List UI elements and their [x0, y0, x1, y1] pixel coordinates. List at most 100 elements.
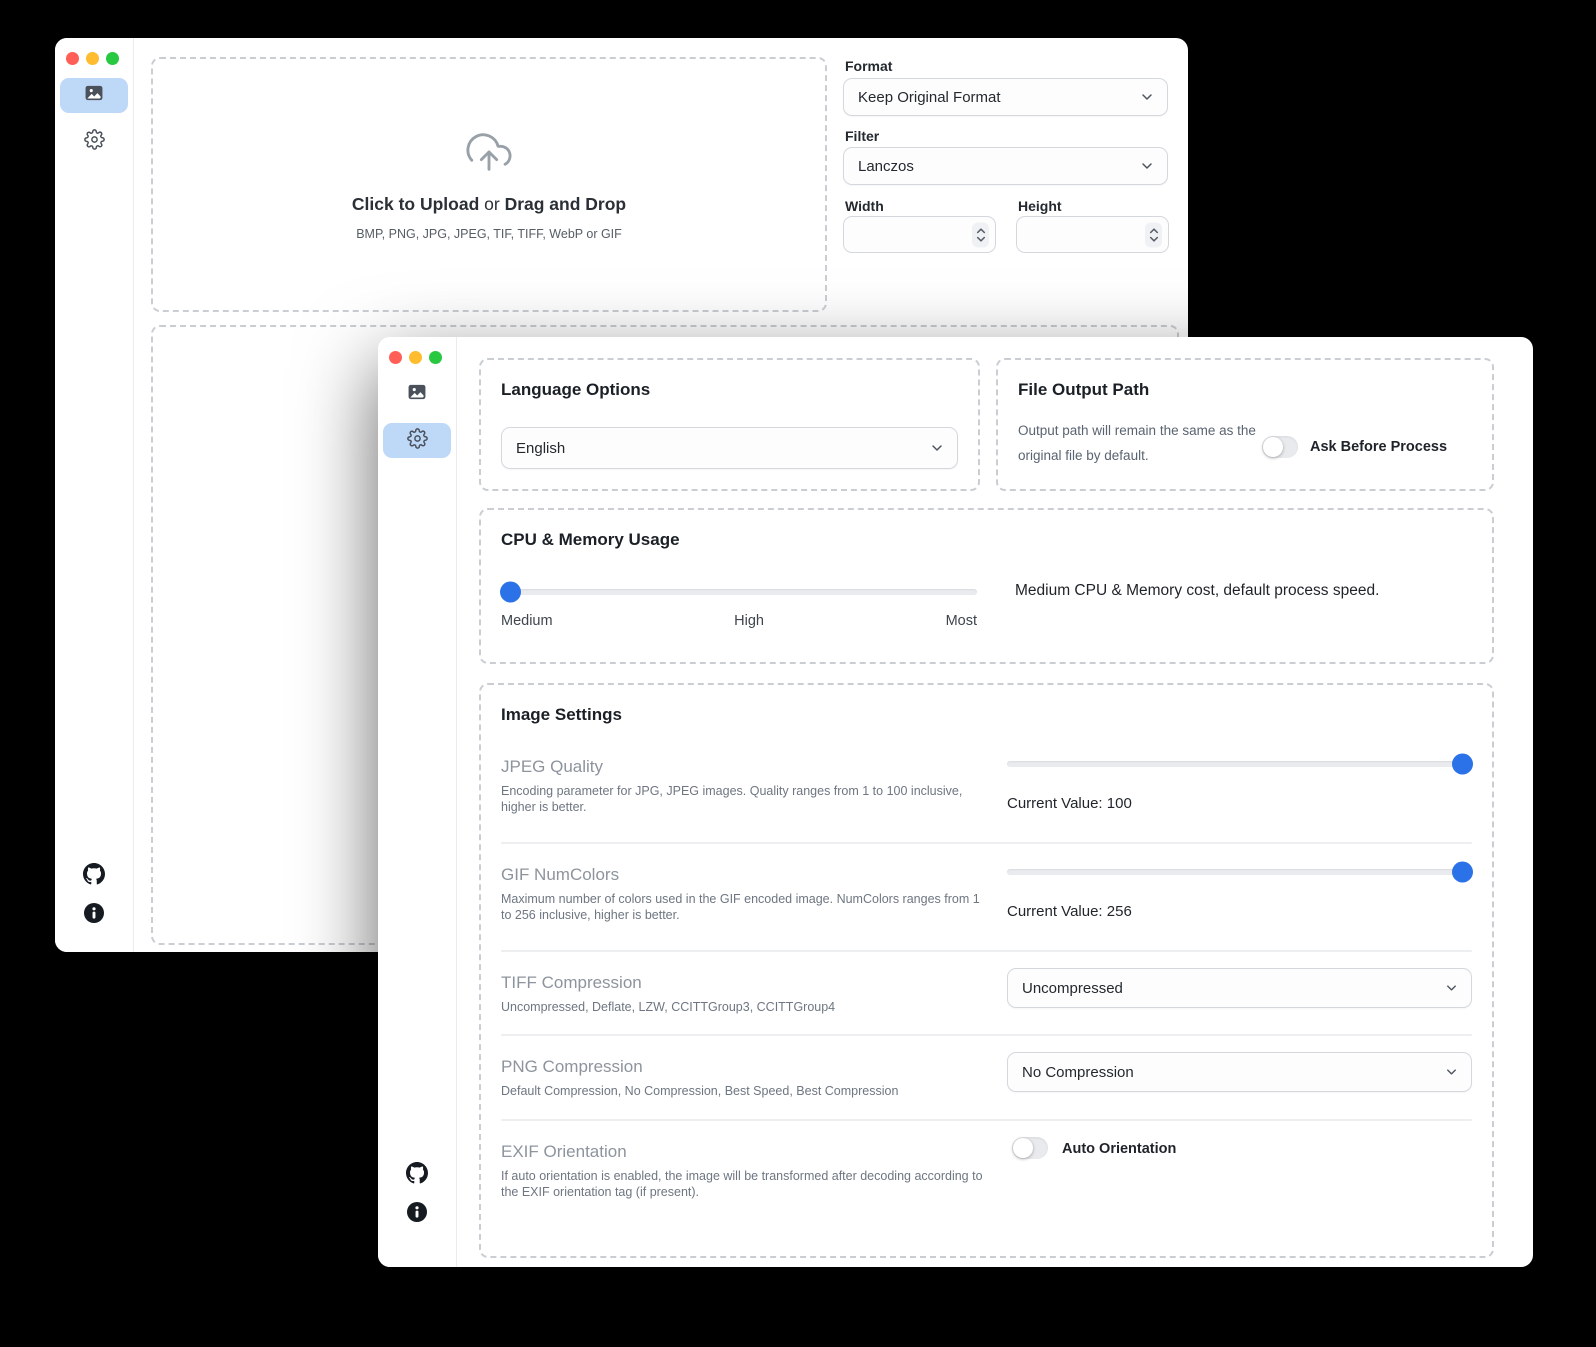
slider-track[interactable] — [1007, 761, 1472, 767]
slider-track[interactable] — [501, 589, 977, 595]
toggle-knob — [1013, 1138, 1033, 1158]
github-button[interactable] — [406, 1162, 428, 1184]
png-compression-select[interactable]: No Compression — [1007, 1052, 1472, 1092]
upload-title: Click to Upload or Drag and Drop — [352, 194, 626, 215]
info-button[interactable] — [83, 902, 105, 924]
sidebar-item-images[interactable] — [383, 377, 451, 412]
image-icon — [406, 381, 428, 408]
github-button[interactable] — [83, 863, 105, 885]
filter-select[interactable]: Lanczos — [843, 147, 1168, 185]
conversion-options-panel: Format Keep Original Format Filter Lancz… — [843, 50, 1168, 290]
slider-track[interactable] — [1007, 869, 1472, 875]
setting-description: If auto orientation is enabled, the imag… — [501, 1168, 993, 1200]
current-value-text: Current Value: 100 — [1007, 795, 1132, 812]
github-icon — [406, 1162, 428, 1184]
settings-window: Language Options English File Output Pat… — [378, 337, 1533, 1267]
stepper-icon[interactable] — [1145, 222, 1162, 247]
image-icon — [83, 82, 105, 109]
language-options-section: Language Options English — [479, 358, 980, 491]
chevron-down-icon — [1444, 981, 1459, 996]
minimize-button[interactable] — [86, 52, 99, 65]
gear-icon — [84, 129, 105, 155]
sidebar-item-images[interactable] — [60, 78, 128, 113]
upload-formats-hint: BMP, PNG, JPG, JPEG, TIF, TIFF, WebP or … — [356, 227, 622, 241]
setting-name: EXIF Orientation — [501, 1142, 627, 1162]
cpu-memory-section: CPU & Memory Usage Medium High Most Medi… — [479, 508, 1494, 664]
settings-sidebar — [378, 337, 457, 1267]
toggle-knob — [1263, 437, 1283, 457]
exif-orientation-row: EXIF Orientation If auto orientation is … — [481, 1132, 1492, 1242]
chevron-down-icon — [1139, 89, 1155, 105]
tick-most: Most — [946, 613, 977, 629]
close-button[interactable] — [66, 52, 79, 65]
output-path-description: Output path will remain the same as the … — [1018, 418, 1258, 468]
jpeg-quality-slider[interactable] — [1007, 753, 1472, 775]
github-icon — [83, 863, 105, 885]
jpeg-quality-row: JPEG Quality Encoding parameter for JPG,… — [481, 747, 1492, 842]
tiff-compression-row: TIFF Compression Uncompressed, Deflate, … — [481, 963, 1492, 1034]
converter-sidebar — [55, 38, 134, 952]
gear-icon — [407, 428, 428, 454]
cpu-slider-ticks: Medium High Most — [501, 613, 977, 629]
height-field-wrap — [1016, 216, 1169, 253]
png-compression-row: PNG Compression Default Compression, No … — [481, 1047, 1492, 1119]
toggle-label: Ask Before Process — [1310, 439, 1447, 455]
current-value-text: Current Value: 256 — [1007, 903, 1132, 920]
row-divider — [501, 950, 1472, 952]
format-label: Format — [845, 58, 892, 74]
filter-label: Filter — [845, 128, 879, 144]
info-icon — [406, 1201, 428, 1223]
auto-orientation-toggle[interactable] — [1012, 1137, 1048, 1159]
minimize-button[interactable] — [409, 351, 422, 364]
format-select[interactable]: Keep Original Format — [843, 78, 1168, 116]
setting-description: Default Compression, No Compression, Bes… — [501, 1083, 986, 1099]
stepper-icon[interactable] — [972, 222, 989, 247]
row-divider — [501, 842, 1472, 844]
setting-name: TIFF Compression — [501, 973, 642, 993]
cpu-status-text: Medium CPU & Memory cost, default proces… — [1015, 582, 1379, 600]
setting-description: Uncompressed, Deflate, LZW, CCITTGroup3,… — [501, 999, 986, 1015]
tick-medium: Medium — [501, 613, 553, 629]
window-controls — [389, 351, 442, 364]
window-controls — [66, 52, 119, 65]
close-button[interactable] — [389, 351, 402, 364]
sidebar-item-settings[interactable] — [383, 423, 451, 458]
toggle-label: Auto Orientation — [1062, 1141, 1176, 1157]
section-title: File Output Path — [1018, 380, 1149, 400]
setting-description: Encoding parameter for JPG, JPEG images.… — [501, 783, 986, 815]
row-divider — [501, 1034, 1472, 1036]
zoom-button[interactable] — [429, 351, 442, 364]
chevron-down-icon — [1139, 158, 1155, 174]
upload-cloud-icon — [464, 129, 514, 180]
row-divider — [501, 1119, 1472, 1121]
chevron-down-icon — [929, 440, 945, 456]
chevron-down-icon — [1444, 1065, 1459, 1080]
section-title: Image Settings — [501, 705, 622, 725]
ask-before-process-toggle[interactable] — [1262, 436, 1298, 458]
slider-thumb[interactable] — [1452, 754, 1473, 775]
slider-thumb[interactable] — [1452, 862, 1473, 883]
section-title: Language Options — [501, 380, 650, 400]
gif-numcolors-slider[interactable] — [1007, 861, 1472, 883]
width-field-wrap — [843, 216, 996, 253]
upload-dropzone[interactable]: Click to Upload or Drag and Drop BMP, PN… — [151, 57, 827, 312]
zoom-button[interactable] — [106, 52, 119, 65]
language-select[interactable]: English — [501, 427, 958, 469]
image-settings-section: Image Settings JPEG Quality Encoding par… — [479, 683, 1494, 1258]
setting-name: GIF NumColors — [501, 865, 619, 885]
sidebar-item-settings[interactable] — [60, 124, 128, 159]
height-label: Height — [1018, 198, 1062, 214]
setting-name: JPEG Quality — [501, 757, 603, 777]
section-title: CPU & Memory Usage — [501, 530, 680, 550]
width-label: Width — [845, 198, 884, 214]
desktop: Click to Upload or Drag and Drop BMP, PN… — [0, 0, 1596, 1347]
gif-numcolors-row: GIF NumColors Maximum number of colors u… — [481, 855, 1492, 950]
setting-description: Maximum number of colors used in the GIF… — [501, 891, 986, 923]
info-icon — [83, 902, 105, 924]
file-output-path-section: File Output Path Output path will remain… — [996, 358, 1494, 491]
tick-high: High — [734, 613, 764, 629]
tiff-compression-select[interactable]: Uncompressed — [1007, 968, 1472, 1008]
slider-thumb[interactable] — [500, 582, 521, 603]
info-button[interactable] — [406, 1201, 428, 1223]
cpu-memory-slider[interactable] — [501, 580, 977, 604]
